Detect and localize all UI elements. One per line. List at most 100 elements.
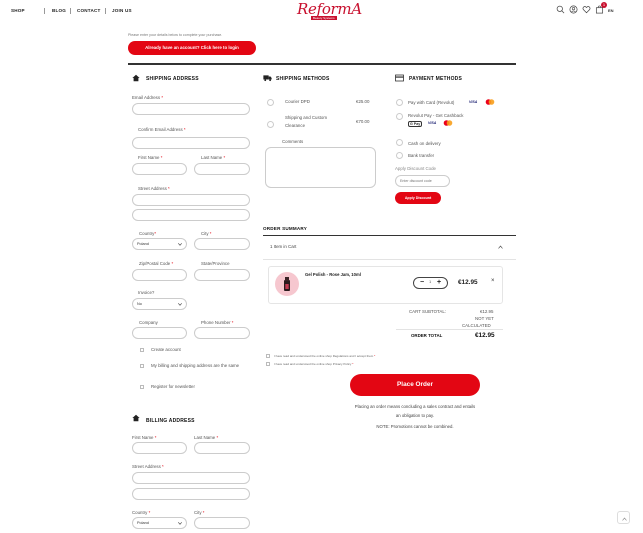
search-icon[interactable] <box>556 5 565 14</box>
shipping-option-radio-dpd[interactable] <box>267 99 274 106</box>
create-account-checkbox[interactable] <box>140 348 144 352</box>
brand-tagline: Beauty Systems <box>311 16 337 20</box>
nav-separator <box>70 8 71 14</box>
shipping-address-title: SHIPPING ADDRESS <box>146 76 199 82</box>
billing-street-line1[interactable] <box>132 472 250 484</box>
shipping-option-dpd-label: Courier DPD <box>285 99 310 104</box>
items-in-cart-toggle[interactable]: 1 Item in Cart <box>270 244 296 249</box>
promotions-note: NOTE: Promotions cannot be combined. <box>376 424 454 429</box>
payment-radio-card[interactable] <box>396 99 403 106</box>
confirm-email-field[interactable] <box>132 137 250 149</box>
payment-revolut-pay-label: Revolut Pay - Get Cashback <box>408 113 464 118</box>
mastercard-icon <box>443 120 453 126</box>
cart-item-name: Gel Polish - Rose Jam, 10ml <box>305 272 361 277</box>
first-name-field[interactable] <box>132 163 187 175</box>
login-button[interactable]: Already have an account? Click here to l… <box>128 41 256 55</box>
billing-street-line2[interactable] <box>132 488 250 500</box>
shipping-not-calculated-line1: NOT YET <box>475 316 494 321</box>
wishlist-heart-icon[interactable] <box>582 5 591 14</box>
truck-icon <box>263 75 272 82</box>
decrease-quantity-button[interactable]: − <box>420 277 424 288</box>
invoice-select[interactable]: No <box>132 298 187 310</box>
scroll-to-top-button[interactable] <box>617 511 630 524</box>
increase-quantity-button[interactable]: + <box>437 277 441 288</box>
google-pay-logo: G Pay <box>408 121 423 127</box>
billing-country-selected-value: Poland <box>137 521 149 525</box>
payment-radio-bank-transfer[interactable] <box>396 152 403 159</box>
payment-bank-transfer-label: Bank transfer <box>408 153 435 158</box>
payment-radio-revolut-pay[interactable] <box>396 113 403 120</box>
nav-blog[interactable]: BLOG <box>52 8 66 13</box>
chevron-down-icon <box>178 522 182 525</box>
privacy-checkbox[interactable] <box>266 362 270 366</box>
last-name-field[interactable] <box>194 163 250 175</box>
comments-textarea[interactable] <box>265 147 376 188</box>
billing-country-select[interactable]: Poland <box>132 517 187 529</box>
nav-join-us[interactable]: JOIN US <box>112 8 132 13</box>
credit-card-icon <box>395 74 404 82</box>
street-address-line1[interactable] <box>132 194 250 206</box>
street-address-label: Street Address * <box>138 186 170 191</box>
home-icon <box>132 414 140 422</box>
billing-first-name-label: First Name * <box>132 435 157 440</box>
city-label: City * <box>201 231 212 236</box>
billing-city-field[interactable] <box>194 517 250 529</box>
zip-field[interactable] <box>132 269 187 281</box>
company-label: Company <box>139 320 158 325</box>
phone-field[interactable] <box>194 327 250 339</box>
country-selected-value: Poland <box>137 242 149 246</box>
newsletter-checkbox[interactable] <box>140 385 144 389</box>
apply-discount-button[interactable]: Apply Discount <box>395 192 441 204</box>
country-select[interactable]: Poland <box>132 238 187 250</box>
invoice-label: Invoice? <box>138 290 155 295</box>
regulations-checkbox[interactable] <box>266 354 270 358</box>
remove-item-icon[interactable]: × <box>491 278 495 284</box>
country-label: Country* <box>139 231 157 236</box>
billing-last-name-field[interactable] <box>194 442 250 454</box>
visa-logo: VISA <box>469 100 478 104</box>
divider <box>396 329 503 330</box>
street-address-line2[interactable] <box>132 209 250 221</box>
place-order-button[interactable]: Place Order <box>350 374 480 396</box>
discount-code-input[interactable] <box>395 175 450 187</box>
nav-contact[interactable]: CONTACT <box>77 8 101 13</box>
city-field[interactable] <box>194 238 250 250</box>
cart-subtotal-value: €12.95 <box>480 309 494 314</box>
nav-separator <box>44 8 45 14</box>
shipping-methods-title: SHIPPING METHODS <box>276 76 330 82</box>
company-field[interactable] <box>132 327 187 339</box>
same-address-checkbox[interactable] <box>140 364 144 368</box>
payment-cod-label: Cash on delivery <box>408 141 441 146</box>
billing-first-name-field[interactable] <box>132 442 187 454</box>
shipping-option-dpd-price: €25.00 <box>356 99 370 104</box>
checkout-intro-note: Please enter your details below to compl… <box>128 33 223 37</box>
newsletter-label: Register for newsletter <box>151 384 195 389</box>
discount-code-label: Apply Discount Code <box>395 166 437 171</box>
nav-separator <box>105 8 106 14</box>
chevron-up-icon[interactable] <box>498 245 503 249</box>
order-summary-title: ORDER SUMMARY <box>263 226 308 231</box>
account-icon[interactable] <box>569 5 578 14</box>
chevron-up-icon <box>621 517 627 521</box>
create-account-label: Create account <box>151 347 181 352</box>
language-selector[interactable]: EN <box>608 8 614 13</box>
comments-label: Comments <box>282 139 304 144</box>
payment-radio-cod[interactable] <box>396 139 403 146</box>
shipping-option-customs-label: Shipping and Custom Clearance <box>285 115 327 128</box>
last-name-label: Last Name * <box>201 155 226 160</box>
billing-address-title: BILLING ADDRESS <box>146 418 195 424</box>
contract-note: Placing an order means concluding a sale… <box>330 402 500 420</box>
zip-label: Zip/Postal Code * <box>139 261 174 266</box>
email-field[interactable] <box>132 103 250 115</box>
state-field[interactable] <box>194 269 250 281</box>
nav-shop[interactable]: SHOP <box>11 8 25 13</box>
shipping-not-calculated-line2: CALCULATED <box>462 323 491 328</box>
regulations-agreement-label: I have read and understood the online sh… <box>274 354 376 358</box>
visa-logo: VISA <box>428 121 437 125</box>
payment-methods-title: PAYMENT METHODS <box>409 76 463 82</box>
first-name-label: First Name * <box>138 155 163 160</box>
confirm-email-label: Confirm Email Address * <box>138 127 186 132</box>
chevron-down-icon <box>178 303 182 306</box>
shipping-option-radio-customs[interactable] <box>267 121 274 128</box>
order-total-value: €12.95 <box>475 332 495 339</box>
